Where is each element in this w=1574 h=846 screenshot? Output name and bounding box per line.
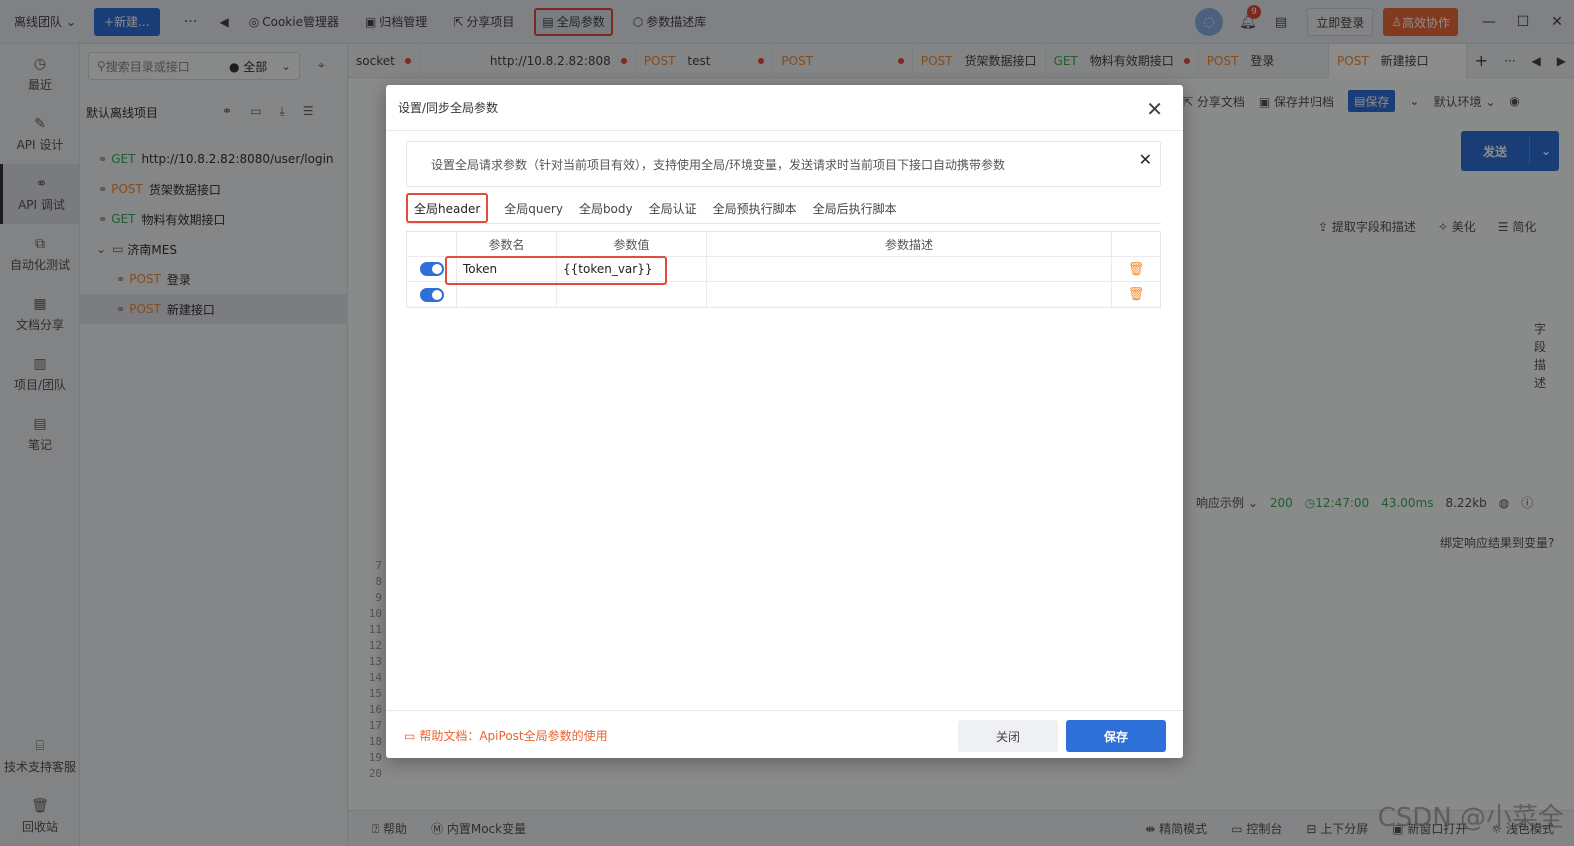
param-value-input[interactable]: {{token_var}} <box>557 257 707 281</box>
col-toggle <box>407 232 457 256</box>
enable-toggle[interactable] <box>419 287 444 302</box>
param-tabs: 全局header 全局query 全局body 全局认证 全局预执行脚本 全局后… <box>406 193 897 223</box>
param-desc-input[interactable] <box>707 257 1112 281</box>
dialog-footer: ▭ 帮助文档：ApiPost全局参数的使用 关闭 保存 <box>386 710 1183 758</box>
param-desc-input[interactable] <box>707 282 1112 307</box>
dialog-title: 设置/同步全局参数 <box>386 85 1183 131</box>
trash-icon[interactable]: 🗑︎ <box>1128 262 1145 277</box>
delete-row-cell: 🗑︎ <box>1112 282 1160 307</box>
help-doc-label: 帮助文档：ApiPost全局参数的使用 <box>419 729 608 743</box>
table-row: Token {{token_var}} 🗑︎ <box>407 257 1160 282</box>
help-doc-link[interactable]: ▭ 帮助文档：ApiPost全局参数的使用 <box>404 727 608 744</box>
col-param-value: 参数值 <box>557 232 707 256</box>
tab-divider <box>406 223 1161 224</box>
col-actions <box>1112 232 1160 256</box>
param-name-value: Token <box>463 262 498 276</box>
book-icon: ▭ <box>404 728 416 743</box>
tab-global-query[interactable]: 全局query <box>504 193 563 223</box>
tab-global-post-script[interactable]: 全局后执行脚本 <box>813 193 897 223</box>
col-param-desc: 参数描述 <box>707 232 1112 256</box>
global-params-dialog: 设置/同步全局参数 ✕ 设置全局请求参数（针对当前项目有效），支持使用全局/环境… <box>386 85 1183 758</box>
param-value-value: {{token_var}} <box>563 262 653 276</box>
delete-row-cell: 🗑︎ <box>1112 257 1160 281</box>
trash-icon[interactable]: 🗑︎ <box>1128 287 1145 302</box>
tab-global-pre-script[interactable]: 全局预执行脚本 <box>713 193 797 223</box>
header-params-table: 参数名 参数值 参数描述 Token {{token_var}} 🗑︎ 🗑︎ <box>406 231 1161 308</box>
notice-banner: 设置全局请求参数（针对当前项目有效），支持使用全局/环境变量，发送请求时当前项目… <box>406 141 1161 187</box>
close-button[interactable]: 关闭 <box>958 720 1058 752</box>
tab-global-header[interactable]: 全局header <box>406 193 489 223</box>
tab-global-auth[interactable]: 全局认证 <box>649 193 697 223</box>
param-value-input[interactable] <box>557 282 707 307</box>
param-name-input[interactable] <box>457 282 557 307</box>
row-toggle-cell <box>407 257 457 281</box>
table-row: 🗑︎ <box>407 282 1160 307</box>
save-button[interactable]: 保存 <box>1066 720 1166 752</box>
row-toggle-cell <box>407 282 457 307</box>
watermark: CSDN @小菜全 <box>1377 803 1564 833</box>
col-param-name: 参数名 <box>457 232 557 256</box>
table-header: 参数名 参数值 参数描述 <box>407 232 1160 257</box>
close-icon[interactable]: ✕ <box>1146 97 1163 121</box>
dismiss-notice-icon[interactable]: ✕ <box>1139 150 1152 169</box>
notice-text: 设置全局请求参数（针对当前项目有效），支持使用全局/环境变量，发送请求时当前项目… <box>431 157 1006 172</box>
param-name-input[interactable]: Token <box>457 257 557 281</box>
enable-toggle[interactable] <box>419 262 444 276</box>
tab-global-body[interactable]: 全局body <box>579 193 633 223</box>
